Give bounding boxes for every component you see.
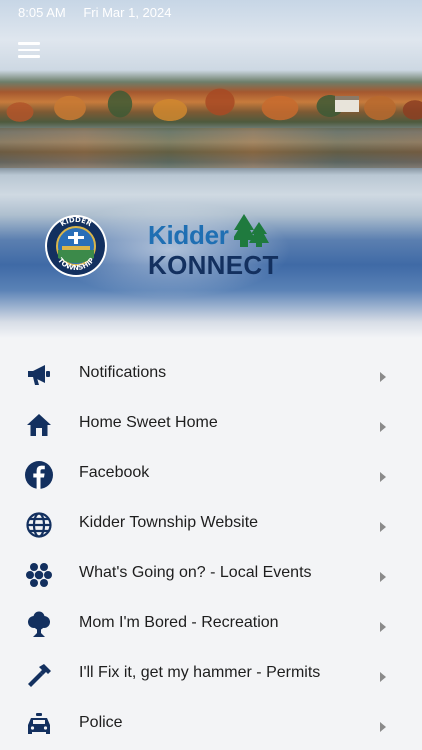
home-icon	[24, 410, 54, 440]
logo-konnect-text: KONNECT	[148, 250, 279, 280]
chevron-right-icon	[380, 622, 386, 632]
menu-item-label: Police	[79, 714, 123, 731]
kidder-township-seal: KIDDER TOWNSHIP	[44, 214, 108, 278]
hammer-icon	[24, 660, 54, 690]
menu-item-recreation[interactable]: Mom I'm Bored - Recreation	[0, 598, 422, 648]
chevron-right-icon	[380, 472, 386, 482]
chevron-right-icon	[380, 672, 386, 682]
menu-item-notifications[interactable]: Notifications	[0, 348, 422, 398]
chevron-right-icon	[380, 522, 386, 532]
status-time: 8:05 AM	[18, 5, 66, 20]
hamburger-menu-button[interactable]	[18, 38, 48, 64]
status-bar: 8:05 AM Fri Mar 1, 2024	[0, 0, 422, 26]
hamburger-icon	[18, 42, 40, 45]
menu-item-label: What's Going on? - Local Events	[79, 564, 312, 581]
main-menu-list: Notifications Home Sweet Home Facebook K…	[0, 348, 422, 748]
menu-item-police[interactable]: Police	[0, 698, 422, 748]
menu-item-label: Kidder Township Website	[79, 514, 259, 531]
menu-item-township-website[interactable]: Kidder Township Website	[0, 498, 422, 548]
chevron-right-icon	[380, 372, 386, 382]
pine-trees-icon	[234, 214, 269, 247]
tree-icon	[24, 610, 54, 640]
menu-item-label: Mom I'm Bored - Recreation	[79, 614, 279, 631]
menu-item-label: Notifications	[79, 364, 167, 381]
menu-item-label: I'll Fix it, get my hammer - Permits	[79, 664, 321, 681]
logo-kidder-text: Kidder	[148, 220, 229, 250]
lakeside-house	[335, 96, 359, 112]
chevron-right-icon	[380, 572, 386, 582]
chevron-right-icon	[380, 722, 386, 732]
menu-item-label: Facebook	[79, 464, 150, 481]
menu-item-home-sweet-home[interactable]: Home Sweet Home	[0, 398, 422, 448]
kidder-konnect-logo: Kidder KONNECT	[148, 212, 288, 282]
chevron-right-icon	[380, 422, 386, 432]
menu-item-local-events[interactable]: What's Going on? - Local Events	[0, 548, 422, 598]
facebook-icon	[24, 460, 54, 490]
police-car-icon	[24, 710, 54, 740]
globe-icon	[24, 510, 54, 540]
megaphone-icon	[24, 360, 54, 390]
lake-reflection	[0, 128, 422, 168]
menu-item-facebook[interactable]: Facebook	[0, 448, 422, 498]
header-banner	[0, 0, 422, 338]
status-date: Fri Mar 1, 2024	[83, 5, 172, 20]
people-group-icon	[24, 560, 54, 590]
menu-item-permits[interactable]: I'll Fix it, get my hammer - Permits	[0, 648, 422, 698]
menu-item-label: Home Sweet Home	[79, 414, 218, 431]
